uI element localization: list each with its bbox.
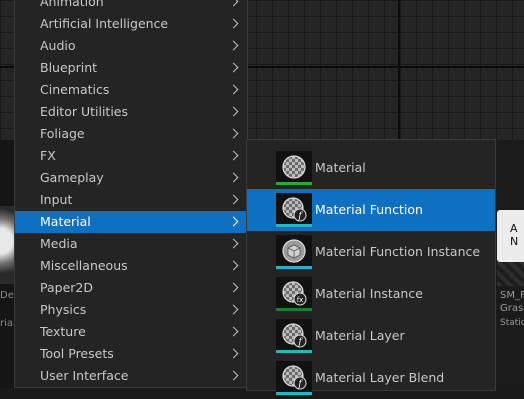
menu-item-paper2d[interactable]: Paper2D <box>15 277 247 299</box>
menu-item-label: User Interface <box>40 368 129 383</box>
chevron-right-icon <box>228 216 239 227</box>
chevron-right-icon <box>228 172 239 183</box>
asset-category-menu: Animation Artificial Intelligence Audio … <box>14 0 248 388</box>
submenu-item-label: Material Function Instance <box>315 244 481 259</box>
chevron-right-icon <box>228 18 239 29</box>
menu-item-input[interactable]: Input <box>15 189 247 211</box>
asset-type-strip <box>497 262 524 286</box>
menu-item-label: Input <box>40 192 73 207</box>
chevron-right-icon <box>228 84 239 95</box>
menu-item-label: Material <box>40 214 91 229</box>
chevron-right-icon <box>228 194 239 205</box>
submenu-item-label: Material Layer <box>315 328 405 343</box>
submenu-item-material[interactable]: Material <box>247 147 495 189</box>
chevron-right-icon <box>228 304 239 315</box>
menu-item-label: FX <box>40 148 56 163</box>
menu-item-gameplay[interactable]: Gameplay <box>15 167 247 189</box>
asset-label: Grass <box>500 303 524 314</box>
menu-item-blueprint[interactable]: Blueprint <box>15 57 247 79</box>
menu-item-artificial-intelligence[interactable]: Artificial Intelligence <box>15 13 247 35</box>
menu-item-fx[interactable]: FX <box>15 145 247 167</box>
menu-item-label: Artificial Intelligence <box>40 16 169 31</box>
menu-item-texture[interactable]: Texture <box>15 321 247 343</box>
menu-item-label: Audio <box>40 38 76 53</box>
menu-item-label: Blueprint <box>40 60 98 75</box>
asset-label: SM_F <box>500 290 524 301</box>
submenu-item-material-instance[interactable]: fx Material Instance <box>247 273 495 315</box>
menu-item-label: Texture <box>40 324 86 339</box>
menu-item-label: Paper2D <box>40 280 93 295</box>
material-layer-blend-icon: f <box>276 361 312 395</box>
menu-item-editor-utilities[interactable]: Editor Utilities <box>15 101 247 123</box>
chevron-right-icon <box>228 150 239 161</box>
chevron-right-icon <box>228 370 239 381</box>
chevron-right-icon <box>228 326 239 337</box>
menu-item-label: Media <box>40 236 78 251</box>
svg-text:fx: fx <box>297 296 304 304</box>
chevron-right-icon <box>228 0 239 7</box>
asset-type-label: Static <box>500 318 524 328</box>
material-sphere-icon <box>276 151 312 185</box>
menu-item-cinematics[interactable]: Cinematics <box>15 79 247 101</box>
menu-item-label: Editor Utilities <box>40 104 129 119</box>
viewport-gridline <box>398 0 400 140</box>
submenu-item-label: Material Function <box>315 202 423 217</box>
chevron-right-icon <box>228 106 239 117</box>
menu-item-physics[interactable]: Physics <box>15 299 247 321</box>
material-function-icon: f <box>276 193 312 227</box>
menu-item-miscellaneous[interactable]: Miscellaneous <box>15 255 247 277</box>
material-instance-icon: fx <box>276 277 312 311</box>
chevron-right-icon <box>228 348 239 359</box>
submenu-item-material-layer[interactable]: f Material Layer <box>247 315 495 357</box>
menu-item-material[interactable]: Material <box>15 211 247 233</box>
menu-item-label: Physics <box>40 302 87 317</box>
chevron-right-icon <box>228 282 239 293</box>
menu-item-label: Gameplay <box>40 170 104 185</box>
menu-item-label: Foliage <box>40 126 85 141</box>
submenu-item-material-function-instance[interactable]: Material Function Instance <box>247 231 495 273</box>
chevron-right-icon <box>228 62 239 73</box>
menu-item-foliage[interactable]: Foliage <box>15 123 247 145</box>
menu-item-label: Animation <box>40 0 104 9</box>
submenu-item-material-function[interactable]: f Material Function <box>247 189 495 231</box>
menu-item-label: Miscellaneous <box>40 258 128 273</box>
material-function-instance-icon <box>276 235 312 269</box>
submenu-item-label: Material Layer Blend <box>315 370 445 385</box>
menu-item-animation[interactable]: Animation <box>15 0 247 13</box>
material-submenu: Material f Material Function Material Fu… <box>246 139 496 395</box>
chevron-right-icon <box>228 40 239 51</box>
material-layer-icon: f <box>276 319 312 353</box>
menu-item-media[interactable]: Media <box>15 233 247 255</box>
chevron-right-icon <box>228 238 239 249</box>
chevron-right-icon <box>228 128 239 139</box>
menu-item-audio[interactable]: Audio <box>15 35 247 57</box>
menu-item-label: Tool Presets <box>40 346 114 361</box>
menu-item-tool-presets[interactable]: Tool Presets <box>15 343 247 365</box>
asset-thumbnail[interactable] <box>0 206 14 284</box>
asset-thumbnail-text: A N <box>510 222 519 248</box>
menu-item-user-interface[interactable]: User Interface <box>15 365 247 387</box>
submenu-item-label: Material <box>315 160 366 175</box>
submenu-item-label: Material Instance <box>315 286 423 301</box>
chevron-right-icon <box>228 260 239 271</box>
submenu-item-material-layer-blend[interactable]: f Material Layer Blend <box>247 357 495 399</box>
menu-item-label: Cinematics <box>40 82 110 97</box>
